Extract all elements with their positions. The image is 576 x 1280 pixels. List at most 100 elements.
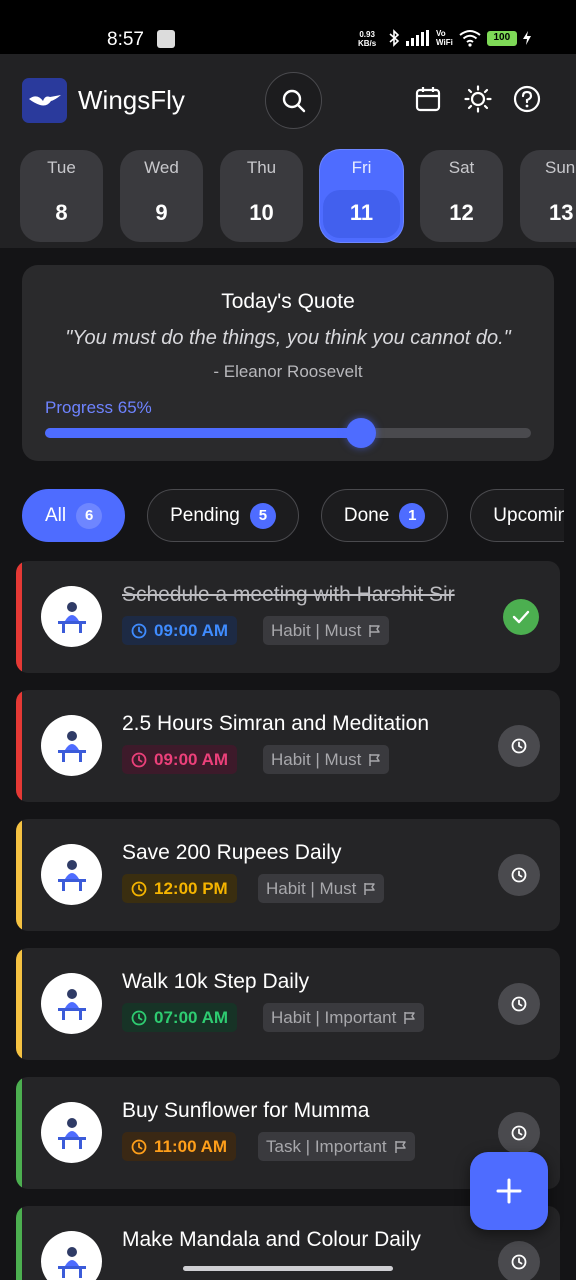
calendar-icon [415, 87, 441, 112]
flag-icon [369, 624, 381, 637]
task-time: 09:00 AM [122, 616, 238, 645]
task-card[interactable]: Schedule a meeting with Harshit Sir 09:00… [16, 561, 560, 673]
task-illustration-icon [57, 601, 86, 633]
calendar-button[interactable] [413, 84, 443, 114]
clock-icon [511, 1125, 527, 1141]
progress-fill [45, 428, 361, 438]
task-reminder-button[interactable] [498, 1241, 540, 1280]
clock-icon [511, 996, 527, 1012]
task-tag: Task | Important [258, 1132, 415, 1161]
filter-count: 5 [249, 502, 276, 529]
app-logo [22, 78, 67, 123]
clock-icon [131, 1010, 147, 1025]
app-header: WingsFly Tue 8 Wed 9 Thu 10 Fri 11 Sat 1… [0, 54, 576, 248]
status-time: 8:57 [107, 29, 144, 50]
clock-icon [511, 867, 527, 883]
day-sat[interactable]: Sat 12 [420, 150, 503, 242]
task-avatar [41, 973, 102, 1034]
notification-icon [157, 30, 175, 48]
task-time-text: 07:00 AM [154, 1007, 229, 1027]
filter-label: Done [343, 504, 390, 526]
vowifi-bottom: WiFi [436, 38, 453, 47]
day-number: 11 [349, 200, 374, 225]
day-wed[interactable]: Wed 9 [120, 150, 203, 242]
plus-icon [496, 1178, 522, 1204]
day-tue[interactable]: Tue 8 [20, 150, 103, 242]
theme-toggle-button[interactable] [463, 84, 493, 114]
task-title: Buy Sunflower for Mumma [122, 1099, 370, 1122]
flag-icon [369, 753, 381, 766]
task-reminder-button[interactable] [498, 854, 540, 896]
day-name: Wed [144, 158, 179, 177]
day-sun[interactable]: Sun 13 [520, 150, 576, 242]
task-tag: Habit | Must [263, 616, 390, 645]
flag-icon [364, 882, 376, 895]
filter-upcoming[interactable]: Upcoming [470, 489, 565, 542]
help-button[interactable] [512, 84, 542, 114]
task-tag: Habit | Must [258, 874, 385, 903]
task-title: Save 200 Rupees Daily [122, 841, 342, 864]
task-reminder-button[interactable] [498, 983, 540, 1025]
filter-label: Upcoming [493, 504, 564, 526]
progress-thumb[interactable] [345, 418, 376, 448]
day-number: 13 [549, 200, 574, 225]
clock-icon [131, 881, 147, 896]
day-fri[interactable]: Fri 11 [320, 150, 403, 242]
search-button[interactable] [265, 72, 322, 129]
progress-track [45, 418, 531, 448]
date-strip: Tue 8 Wed 9 Thu 10 Fri 11 Sat 12 Sun 13 [20, 150, 576, 242]
clock-icon [131, 1139, 147, 1154]
quote-author: - Eleanor Roosevelt [213, 362, 363, 381]
charging-icon [522, 31, 531, 45]
task-tag: Habit | Must [263, 745, 390, 774]
task-time-text: 11:00 AM [154, 1136, 228, 1156]
bird-icon [28, 94, 61, 105]
filter-count: 1 [399, 502, 426, 529]
vowifi-label: Vo WiFi [436, 29, 453, 47]
day-name: Sat [448, 158, 475, 177]
add-task-button[interactable] [470, 1152, 548, 1230]
priority-bar [16, 690, 22, 802]
task-card[interactable]: Save 200 Rupees Daily 12:00 PM Habit | Mus… [16, 819, 560, 931]
home-indicator [183, 1266, 393, 1271]
flag-icon [404, 1011, 416, 1024]
network-speed-unit: KB/s [358, 39, 377, 48]
clock-icon [511, 738, 527, 754]
vowifi-top: Vo [436, 29, 446, 38]
brightness-icon [464, 85, 492, 113]
task-tag-text: Habit | Must [271, 620, 362, 640]
filter-label: Pending [170, 504, 240, 526]
task-avatar [41, 1102, 102, 1163]
day-name: Fri [351, 158, 372, 177]
task-time: 09:00 AM [122, 745, 238, 774]
task-tag-text: Habit | Important [271, 1007, 397, 1027]
status-icons: Vo WiFi 100 [388, 29, 531, 47]
filter-done[interactable]: Done 1 [320, 489, 449, 542]
task-avatar [41, 844, 102, 905]
task-title: Walk 10k Step Daily [122, 970, 310, 993]
filter-pending[interactable]: Pending 5 [147, 489, 299, 542]
task-reminder-button[interactable] [498, 1112, 540, 1154]
day-number: 12 [449, 200, 474, 225]
day-name: Sun [545, 158, 576, 177]
flag-icon [394, 1140, 406, 1153]
day-thu[interactable]: Thu 10 [220, 150, 303, 242]
wifi-icon [459, 30, 481, 47]
task-tag: Habit | Important [263, 1003, 425, 1032]
help-icon [513, 85, 541, 113]
filter-all[interactable]: All 6 [22, 489, 126, 542]
day-number: 9 [155, 200, 168, 225]
task-tag-text: Habit | Must [271, 749, 362, 769]
task-illustration-icon [57, 988, 86, 1020]
priority-bar [16, 1206, 22, 1280]
day-name: Thu [246, 158, 277, 177]
task-title: 2.5 Hours Simran and Meditation [122, 712, 429, 735]
clock-icon [131, 752, 147, 767]
progress-label: Progress 65% [45, 398, 152, 417]
signal-icon [406, 30, 429, 46]
task-done-button[interactable] [503, 599, 539, 635]
task-card[interactable]: Walk 10k Step Daily 07:00 AM Habit | Impor… [16, 948, 560, 1060]
task-card[interactable]: 2.5 Hours Simran and Meditation 09:00 AM H… [16, 690, 560, 802]
task-time: 07:00 AM [122, 1003, 238, 1032]
task-reminder-button[interactable] [498, 725, 540, 767]
